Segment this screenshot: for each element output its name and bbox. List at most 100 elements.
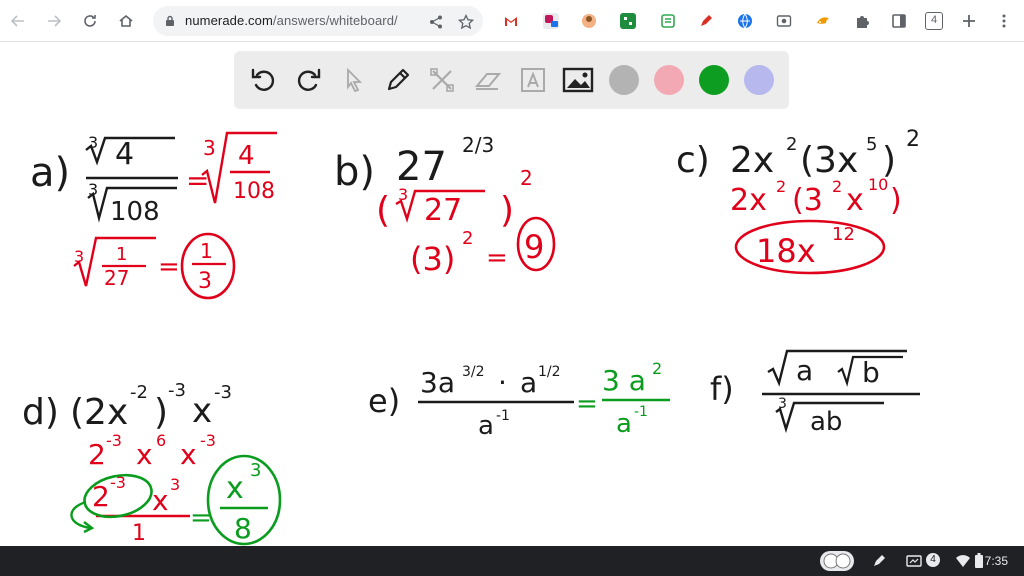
a-step2-num: 1 — [116, 244, 127, 265]
a-num-radicand: 4 — [115, 137, 134, 172]
d-step-c-exp: -3 — [200, 431, 216, 450]
e-eq: = — [576, 389, 598, 419]
globe-extension-icon[interactable] — [737, 13, 753, 29]
e-ans-num-exp: 2 — [652, 359, 662, 378]
color-lavender-swatch[interactable] — [744, 65, 774, 95]
clock-time[interactable]: 7:35 — [985, 554, 1008, 568]
stylus-icon[interactable] — [872, 554, 886, 568]
screenshot-extension-icon[interactable] — [776, 13, 792, 29]
bookmark-star-icon[interactable] — [458, 14, 474, 30]
d-step-c: x — [180, 438, 197, 471]
c-answer: 18x — [756, 232, 816, 270]
d-step-a-exp: -3 — [106, 431, 122, 450]
tab-count-button[interactable]: 4 — [925, 12, 943, 30]
forward-arrow-icon[interactable] — [44, 11, 64, 31]
browser-toolbar: numerade.com/answers/whiteboard/ 4 — [0, 0, 1024, 42]
e-num: 3a — [420, 366, 455, 399]
whiteboard-toolbar — [234, 51, 789, 109]
c-step-paren: (3 — [792, 183, 823, 218]
address-bar[interactable]: numerade.com/answers/whiteboard/ — [153, 6, 483, 36]
avatar-extension-icon[interactable] — [581, 13, 597, 29]
e-den: a — [478, 411, 494, 441]
url-host: numerade.com — [185, 13, 273, 28]
pen-tool-icon[interactable] — [382, 64, 414, 96]
c-expr-coef: 2x — [730, 140, 774, 181]
reload-icon[interactable] — [80, 11, 100, 31]
extension-puzzle-badge-icon[interactable] — [543, 13, 559, 29]
c-step-exp3: 10 — [868, 175, 888, 194]
color-green-swatch[interactable] — [699, 65, 729, 95]
problem-a: a) 3 4 3 108 — [30, 133, 178, 227]
b-step-base: (3) — [410, 240, 455, 278]
phone-hub-pill[interactable] — [820, 551, 854, 571]
problem-e-answer: = 3 a 2 a -1 — [576, 359, 670, 439]
b-root-radicand: 27 — [424, 193, 462, 228]
lock-icon — [166, 15, 174, 26]
screen-capture-icon[interactable] — [906, 554, 922, 568]
label-a: a) — [30, 150, 70, 196]
share-icon[interactable] — [428, 14, 444, 30]
c-expr-exp2: 5 — [866, 134, 877, 155]
c-answer-exp: 12 — [832, 224, 855, 245]
e-dot: · — [498, 366, 507, 399]
e-a-exp: 1/2 — [538, 364, 561, 380]
shapes-tool-icon[interactable] — [426, 64, 458, 96]
e-ans-den: a — [616, 409, 632, 439]
a-den-radicand: 108 — [110, 197, 160, 227]
notes-extension-icon[interactable] — [660, 13, 676, 29]
e-a: a — [520, 366, 537, 399]
text-tool-icon[interactable] — [517, 64, 549, 96]
b-exp: 2/3 — [462, 133, 494, 157]
undo-icon[interactable] — [248, 64, 280, 96]
fox-extension-icon[interactable] — [815, 13, 831, 29]
c-expr-paren: (3x — [800, 140, 858, 181]
sheets-extension-icon[interactable] — [620, 13, 636, 29]
gmail-icon[interactable] — [503, 13, 519, 29]
d-expr: (2x — [70, 392, 128, 433]
puzzle-extensions-icon[interactable] — [854, 13, 870, 29]
eraser-icon[interactable] — [472, 64, 504, 96]
d-step-b: x — [136, 438, 153, 471]
label-c: c) — [676, 140, 710, 181]
pen-extension-icon[interactable] — [698, 13, 714, 29]
e-num-exp: 3/2 — [462, 364, 485, 380]
a-step2-den: 27 — [104, 266, 129, 290]
new-tab-plus-icon[interactable] — [961, 13, 977, 29]
url-text: numerade.com/answers/whiteboard/ — [185, 13, 398, 28]
d-step-b-exp: 6 — [156, 431, 166, 450]
c-expr-exp3: 2 — [906, 127, 920, 152]
color-pink-swatch[interactable] — [654, 65, 684, 95]
d-step-a: 2 — [88, 438, 106, 471]
color-gray-swatch[interactable] — [609, 65, 639, 95]
d-num-x: x — [152, 484, 169, 517]
label-e: e) — [368, 382, 400, 420]
notification-count-badge[interactable]: 4 — [926, 553, 940, 567]
select-pointer-icon[interactable] — [338, 64, 370, 96]
e-ans-num: 3 a — [602, 364, 646, 397]
image-tool-icon[interactable] — [562, 64, 594, 96]
problem-f: f) a b 3 ab — [710, 349, 920, 437]
problem-a-work: = 3 4 108 3 1 27 = 1 3 — [73, 131, 277, 300]
c-step-exp2: 2 — [832, 177, 842, 196]
side-panel-icon[interactable] — [891, 13, 907, 29]
b-open-paren: ( — [376, 190, 390, 231]
wifi-icon[interactable] — [956, 554, 970, 568]
b-eq: = — [486, 243, 508, 273]
redo-icon[interactable] — [292, 64, 324, 96]
back-arrow-icon[interactable] — [8, 11, 28, 31]
d-exp3: -3 — [214, 382, 232, 403]
a-ans-den: 3 — [198, 269, 212, 294]
problem-b: b) 27 2/3 — [334, 133, 494, 195]
url-path: /answers/whiteboard/ — [272, 13, 398, 28]
b-answer: 9 — [524, 228, 544, 266]
c-expr-exp1: 2 — [786, 134, 797, 155]
f-num-b: b — [862, 356, 880, 389]
d-den: 1 — [132, 521, 146, 546]
battery-icon[interactable] — [974, 553, 984, 569]
home-icon[interactable] — [116, 11, 136, 31]
d-ans-den: 8 — [234, 512, 252, 545]
a-step-index: 3 — [203, 136, 216, 160]
whiteboard-canvas[interactable]: a) 3 4 3 108 = 3 4 108 3 1 27 = 1 3 b) 2… — [0, 110, 1024, 546]
menu-more-icon[interactable] — [996, 13, 1012, 29]
d-exp2: -3 — [168, 380, 186, 401]
